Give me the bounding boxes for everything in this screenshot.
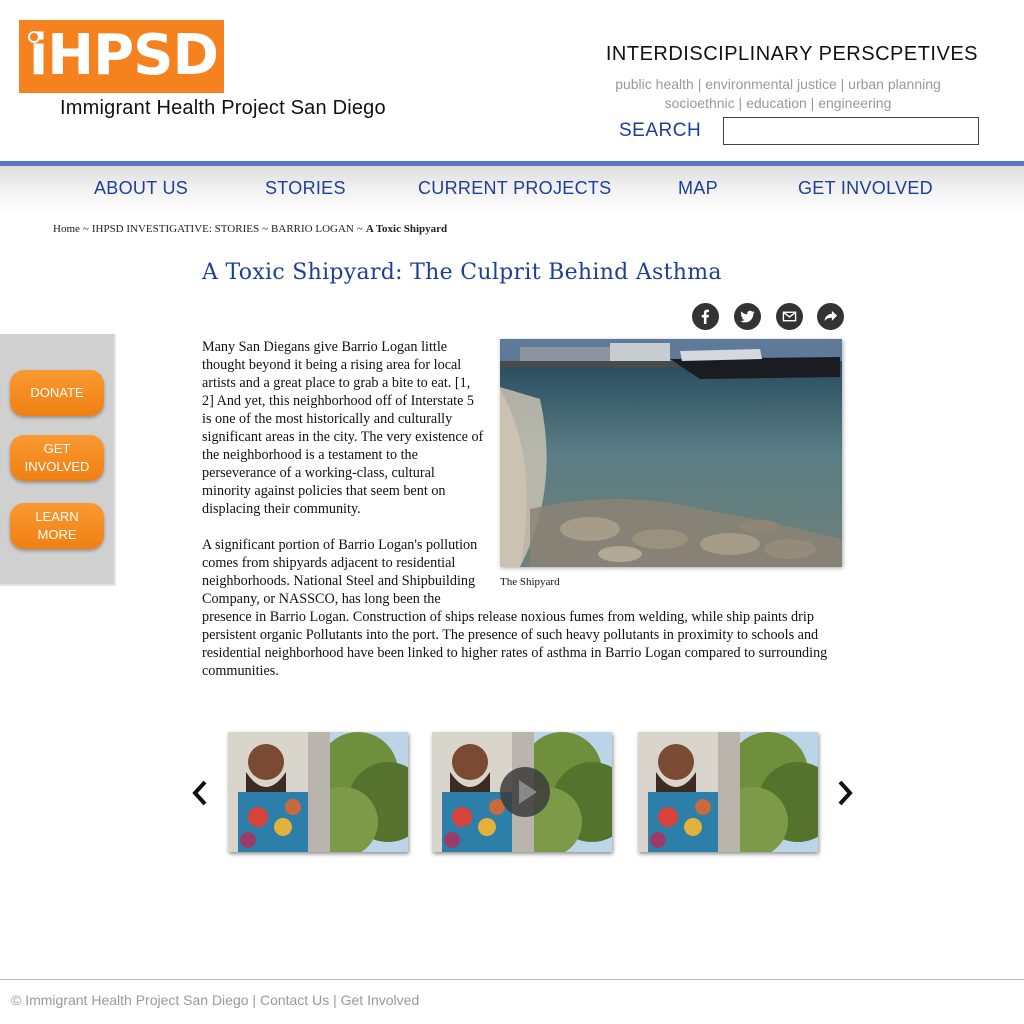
learn-more-button[interactable]: LEARN MORE: [10, 503, 104, 549]
chevron-right-icon[interactable]: [835, 779, 855, 807]
breadcrumb: Home ~ IHPSD INVESTIGATIVE: STORIES ~ BARRIO…: [53, 223, 447, 235]
breadcrumb-separator: ~: [262, 223, 269, 235]
footer-copyright: © Immigrant Health Project San Diego: [11, 992, 249, 1008]
email-icon[interactable]: [776, 303, 803, 330]
image-caption: The Shipyard: [500, 576, 560, 588]
footer-separator: |: [329, 992, 341, 1008]
donate-button-label: DONATE: [30, 385, 84, 400]
nav-current-projects[interactable]: CURRENT PROJECTS: [418, 178, 611, 199]
search-label: SEARCH: [619, 120, 702, 141]
play-icon[interactable]: [500, 767, 550, 817]
get-involved-label-1: GET: [43, 441, 71, 456]
topics-line-2: socioethnic | education | engineering: [664, 95, 892, 111]
get-involved-label-2: INVOLVED: [24, 459, 90, 474]
donate-button[interactable]: DONATE: [10, 370, 104, 416]
nav-map[interactable]: MAP: [678, 178, 718, 199]
breadcrumb-separator: ~: [82, 223, 89, 235]
footer-contact-link[interactable]: Contact Us: [260, 992, 329, 1008]
topics-line-1: public health | environmental justice | …: [615, 76, 941, 92]
footer-separator: |: [248, 992, 260, 1008]
chevron-left-icon[interactable]: [190, 779, 210, 807]
article-title: A Toxic Shipyard: The Culprit Behind Ast…: [202, 260, 722, 285]
globe-icon: [28, 31, 40, 43]
facebook-icon[interactable]: [692, 303, 719, 330]
article-figure: The Shipyard: [500, 339, 842, 591]
site-logo[interactable]: iHPSD: [19, 20, 224, 93]
search-input[interactable]: [723, 117, 979, 145]
action-sidebar: DONATE GET INVOLVED LEARN MORE: [0, 334, 116, 586]
share-icon[interactable]: [817, 303, 844, 330]
gallery-thumbnail[interactable]: [228, 732, 408, 852]
breadcrumb-separator: ~: [356, 223, 363, 235]
nav-about-us[interactable]: ABOUT US: [94, 178, 188, 199]
footer: © Immigrant Health Project San Diego | C…: [11, 992, 419, 1008]
header-topics: public health | environmental justice | …: [578, 75, 978, 113]
footer-get-involved-link[interactable]: Get Involved: [341, 992, 420, 1008]
header-title: INTERDISCIPLINARY PERSCPETIVES: [605, 43, 978, 65]
logo-text: iHPSD: [29, 23, 219, 88]
breadcrumb-stories[interactable]: IHPSD INVESTIGATIVE: STORIES: [92, 223, 259, 235]
gallery-thumbnail[interactable]: [638, 732, 818, 852]
breadcrumb-barrio-logan[interactable]: BARRIO LOGAN: [271, 223, 354, 235]
learn-more-label-1: LEARN: [35, 509, 79, 524]
learn-more-label-2: MORE: [37, 527, 77, 542]
footer-divider: [0, 979, 1024, 980]
main-nav: ABOUT US STORIES CURRENT PROJECTS MAP GE…: [0, 166, 1024, 214]
nav-stories[interactable]: STORIES: [265, 178, 346, 199]
nav-get-involved[interactable]: GET INVOLVED: [798, 178, 933, 199]
breadcrumb-current: A Toxic Shipyard: [365, 223, 448, 235]
article-body: The Shipyard Many San Diegans give Barri…: [202, 338, 842, 698]
gallery-video-thumbnail[interactable]: [432, 732, 612, 852]
site-name: Immigrant Health Project San Diego: [60, 97, 386, 119]
twitter-icon[interactable]: [734, 303, 761, 330]
get-involved-button[interactable]: GET INVOLVED: [10, 435, 104, 481]
breadcrumb-home[interactable]: Home: [53, 223, 80, 235]
shipyard-photo[interactable]: [500, 339, 842, 567]
